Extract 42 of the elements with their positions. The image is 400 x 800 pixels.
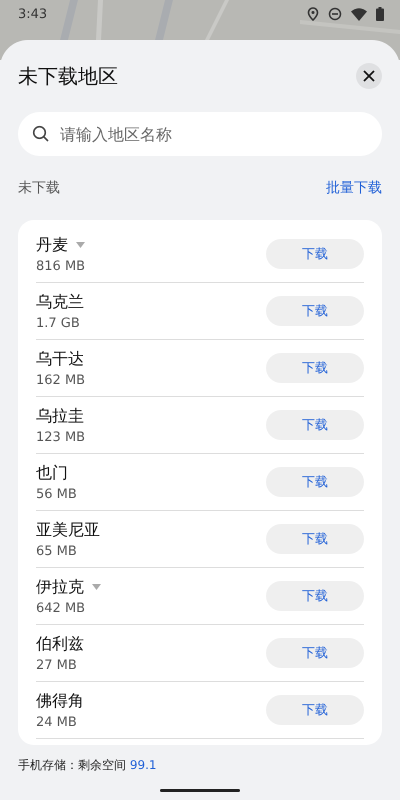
- search-field[interactable]: 请输入地区名称: [18, 112, 382, 156]
- do-not-disturb-icon: [328, 7, 342, 21]
- region-name: 乌干达: [36, 348, 84, 370]
- region-name: 伯利兹: [36, 634, 84, 654]
- download-button[interactable]: 下载: [266, 467, 364, 497]
- caret-icon[interactable]: [92, 584, 101, 590]
- region-size: 56 MB: [36, 486, 77, 502]
- download-button[interactable]: 下载: [266, 353, 364, 383]
- sheet-title: 未下载地区: [18, 62, 118, 90]
- search-icon: [32, 125, 50, 143]
- region-size: 24 MB: [36, 714, 78, 730]
- region-size: 162 MB: [36, 372, 86, 388]
- region-size: 65 MB: [36, 544, 78, 558]
- region-name: 亚美尼亚: [36, 520, 100, 540]
- download-button[interactable]: 下载: [266, 581, 364, 611]
- download-button[interactable]: 下载: [266, 296, 364, 326]
- status-time: 3:43: [18, 6, 48, 22]
- wifi-icon: [351, 8, 367, 20]
- region-name: 乌拉圭: [36, 406, 84, 426]
- region-size: 1.7 GB: [36, 316, 81, 330]
- region-size: 816 MB: [36, 258, 86, 274]
- close-icon: [363, 70, 375, 82]
- region-name: 佛得角: [36, 690, 84, 712]
- region-name: 丹麦: [36, 234, 68, 256]
- download-button[interactable]: 下载: [266, 410, 364, 440]
- battery-icon: [376, 7, 384, 21]
- close-button[interactable]: [356, 63, 382, 89]
- download-button[interactable]: 下载: [266, 524, 364, 554]
- region-size: 27 MB: [36, 658, 78, 672]
- location-icon: [307, 7, 319, 21]
- download-button[interactable]: 下载: [266, 239, 364, 269]
- storage-info: 手机存储：剩余空间 99.1: [18, 757, 158, 774]
- batch-download-link[interactable]: 批量下载: [326, 179, 382, 197]
- region-name: 伊拉克: [36, 576, 84, 598]
- region-size: 642 MB: [36, 600, 86, 616]
- region-size: 123 MB: [36, 430, 86, 444]
- section-label: 未下载: [18, 179, 60, 197]
- download-button[interactable]: 下载: [266, 695, 364, 725]
- caret-icon[interactable]: [76, 242, 85, 248]
- region-name: 也门: [36, 462, 68, 484]
- region-name: 乌克兰: [36, 292, 84, 312]
- download-button[interactable]: 下载: [266, 638, 364, 668]
